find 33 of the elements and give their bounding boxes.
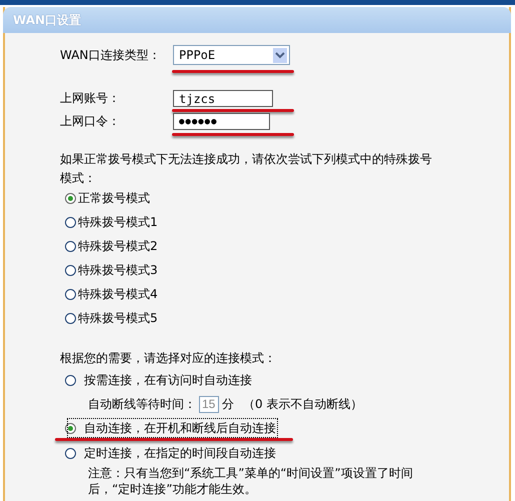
radio-option[interactable]: 按需连接，在有访问时自动连接	[65, 368, 509, 392]
radio-option[interactable]: 定时连接，在指定的时间段自动连接	[65, 441, 509, 465]
radio-option[interactable]: 特殊拨号模式1	[65, 210, 509, 234]
account-input[interactable]: tjzcs	[173, 90, 273, 107]
radio-button[interactable]	[65, 422, 76, 434]
idle-time-input[interactable]: 15	[199, 396, 219, 412]
radio-button[interactable]	[65, 240, 76, 252]
radio-option[interactable]: 特殊拨号模式3	[65, 258, 509, 282]
unit-label: 分	[222, 396, 234, 412]
connection-type-dropdown[interactable]: PPPoE	[173, 45, 290, 65]
radio-button[interactable]	[65, 288, 76, 300]
field-label: 自动断线等待时间：	[88, 396, 196, 412]
radio-option[interactable]: 特殊拨号模式5	[65, 306, 509, 330]
password-input[interactable]: ●●●●●●	[173, 113, 270, 130]
radio-button[interactable]	[65, 264, 76, 276]
field-label: 上网账号：	[60, 90, 121, 107]
radio-button[interactable]	[65, 448, 76, 458]
radio-option[interactable]: 特殊拨号模式2	[65, 234, 509, 258]
note-text: （0 表示不自动断线）	[243, 396, 362, 412]
radio-option[interactable]: 自动连接，在开机和断线后自动连接	[65, 416, 280, 440]
hint-text: 如果正常拨号模式下无法连接成功，请依次尝试下列模式中的特殊拨号模式：	[60, 151, 433, 187]
radio-button[interactable]	[65, 216, 76, 228]
caret-icon	[273, 48, 287, 62]
field-label: 上网口令：	[60, 113, 121, 130]
panel-title: WAN口设置	[13, 12, 82, 28]
note-text: 注意：只有当您到“系统工具”菜单的“时间设置”项设置了时间后，“定时连接”功能才能生效。	[88, 465, 414, 497]
radio-button[interactable]	[65, 312, 76, 324]
radio-button[interactable]	[65, 374, 76, 386]
radio-option[interactable]: 正常拨号模式	[65, 186, 509, 210]
hint-text: 根据您的需要，请选择对应的连接模式：	[60, 350, 277, 367]
field-label: WAN口连接类型：	[60, 46, 162, 64]
radio-option[interactable]: 特殊拨号模式4	[65, 282, 509, 306]
radio-button[interactable]	[65, 192, 76, 204]
